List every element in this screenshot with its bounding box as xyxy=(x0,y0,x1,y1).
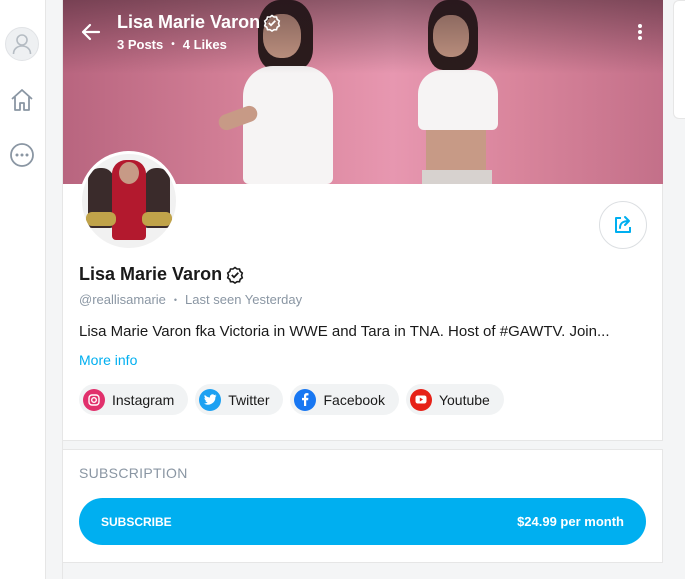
social-label: Facebook xyxy=(323,391,385,408)
kebab-dot xyxy=(638,30,642,34)
profile-column: Lisa Marie Varon 3 Posts • 4 Likes Lisa … xyxy=(62,0,663,579)
profile-handle: @reallisamarie xyxy=(79,292,166,307)
facebook-icon xyxy=(294,388,317,411)
posts-count: 3 Posts xyxy=(117,37,164,52)
section-divider xyxy=(63,440,663,450)
left-sidebar xyxy=(0,0,46,579)
kebab-dot xyxy=(638,24,642,28)
verified-badge-icon xyxy=(226,266,244,284)
youtube-icon xyxy=(409,388,432,411)
arrow-left-icon xyxy=(81,23,101,41)
share-icon xyxy=(615,216,631,233)
social-label: Instagram xyxy=(112,391,175,408)
more-info-link[interactable]: More info xyxy=(79,352,137,368)
social-link-facebook[interactable]: Facebook xyxy=(290,384,399,415)
share-button[interactable] xyxy=(599,201,647,249)
section-divider xyxy=(63,562,663,579)
right-panel-edge xyxy=(673,0,685,119)
profile-avatar[interactable] xyxy=(79,151,179,251)
avatar-image xyxy=(82,154,176,248)
verified-badge-icon xyxy=(263,14,281,32)
header-title: Lisa Marie Varon xyxy=(117,12,281,33)
social-label: Twitter xyxy=(228,391,270,408)
profile-name-text: Lisa Marie Varon xyxy=(79,264,223,284)
more-options-icon[interactable] xyxy=(5,138,39,172)
home-icon[interactable] xyxy=(5,83,39,117)
header-stats: 3 Posts • 4 Likes xyxy=(117,37,227,52)
twitter-icon xyxy=(199,388,222,411)
social-links: Instagram Twitter Facebook Youtube xyxy=(79,384,504,415)
social-link-instagram[interactable]: Instagram xyxy=(79,384,189,415)
user-avatar-icon[interactable] xyxy=(5,27,39,61)
instagram-icon xyxy=(83,388,105,411)
subscription-title: SUBSCRIPTION xyxy=(79,465,188,481)
social-link-youtube[interactable]: Youtube xyxy=(405,384,504,415)
header-name: Lisa Marie Varon xyxy=(117,12,261,32)
subscribe-price: $24.99 per month xyxy=(517,514,624,529)
subscribe-button[interactable]: SUBSCRIBE $24.99 per month xyxy=(79,498,646,545)
kebab-dot xyxy=(638,36,642,40)
meta-separator: • xyxy=(173,294,178,305)
last-seen: Last seen Yesterday xyxy=(185,292,303,307)
profile-bio: Lisa Marie Varon fka Victoria in WWE and… xyxy=(79,323,610,340)
more-menu-button[interactable] xyxy=(628,18,652,46)
subscribe-label: SUBSCRIBE xyxy=(101,514,172,529)
social-label: Youtube xyxy=(438,391,490,408)
social-link-twitter[interactable]: Twitter xyxy=(195,384,284,415)
stats-separator: • xyxy=(171,39,175,50)
likes-count: 4 Likes xyxy=(182,37,227,52)
back-button[interactable] xyxy=(77,18,105,46)
profile-meta: @reallisamarie • Last seen Yesterday xyxy=(79,292,302,307)
profile-name: Lisa Marie Varon xyxy=(79,264,244,285)
